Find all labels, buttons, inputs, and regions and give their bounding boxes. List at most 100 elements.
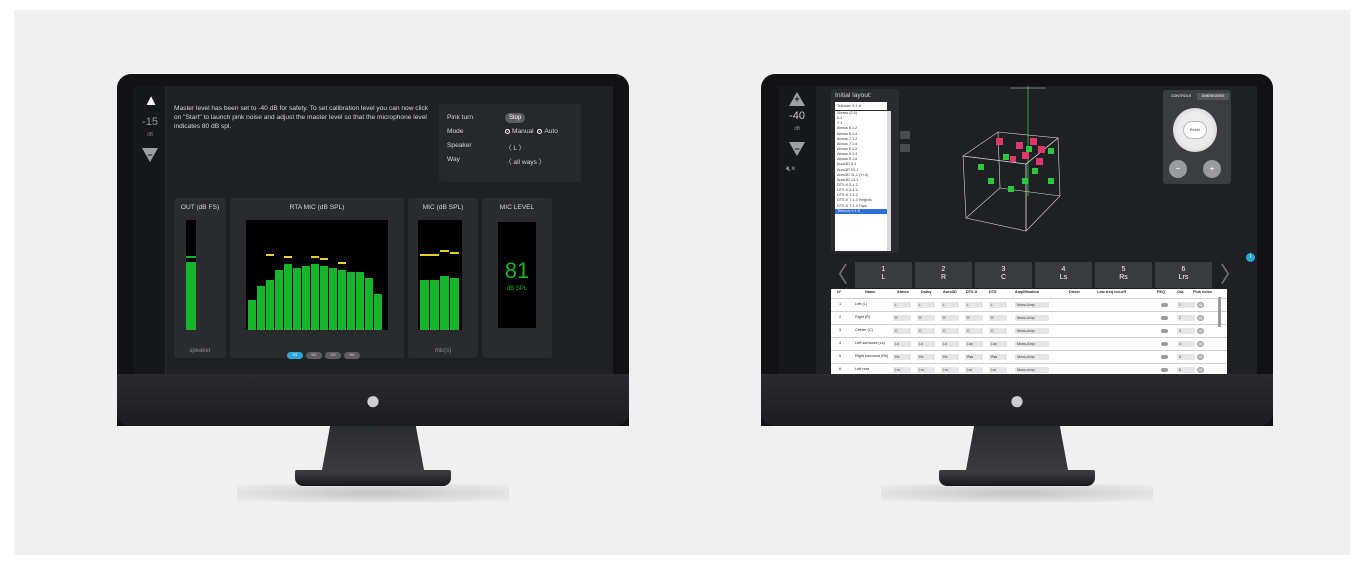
dolby-select[interactable]: L <box>917 302 935 308</box>
dolby-select[interactable]: Ls <box>917 341 935 347</box>
speaker-tile[interactable]: 1L <box>855 262 912 288</box>
dtsx-select[interactable]: C <box>965 328 983 334</box>
dtsx-select[interactable]: Rss <box>965 354 983 360</box>
speaker-code: Ls <box>1059 274 1068 281</box>
atmos-select[interactable]: C <box>893 328 911 334</box>
out-select[interactable]: 6 <box>1177 367 1195 373</box>
auro3d-select[interactable]: Ls <box>941 341 959 347</box>
mute-icon[interactable]: 🔇︎× <box>786 164 796 174</box>
auro3d-select[interactable]: Rs <box>941 354 959 360</box>
amplification-select[interactable]: Mono-Amp <box>1015 302 1049 308</box>
peq-toggle-icon[interactable] <box>1161 368 1168 372</box>
initial-layout-panel: Initial layout: Triinnov 9.1.6 Stereo (2… <box>831 89 899 253</box>
initial-layout-title: Initial layout: <box>835 92 872 99</box>
layout-select[interactable]: Triinnov 9.1.6 <box>835 102 887 110</box>
stop-button[interactable]: Stop <box>505 113 526 123</box>
dolby-select[interactable]: R <box>917 315 935 321</box>
peq-toggle-icon[interactable] <box>1161 303 1168 307</box>
atmos-select[interactable]: R <box>893 315 911 321</box>
out-select[interactable]: 2 <box>1177 315 1195 321</box>
speaker-selector[interactable]: 〈 L 〉 <box>505 142 525 152</box>
speaker-number: 5 <box>1121 266 1126 273</box>
dts-select[interactable]: Lss <box>989 341 1007 347</box>
dtsx-select[interactable]: L <box>965 302 983 308</box>
imac-shadow <box>237 484 509 502</box>
zoom-out-icon[interactable]: − <box>1169 160 1187 178</box>
dolby-select[interactable]: C <box>917 328 935 334</box>
dtsx-select[interactable]: R <box>965 315 983 321</box>
peq-toggle-icon[interactable] <box>1161 355 1168 359</box>
speaker-tile[interactable]: 3C <box>975 262 1032 288</box>
speaker-tile[interactable]: 6 Lrs <box>1155 262 1212 288</box>
chip-m3[interactable]: M3 <box>325 352 341 359</box>
rotation-joystick[interactable]: Reset <box>1173 108 1217 152</box>
peq-toggle-icon[interactable] <box>1161 329 1168 333</box>
dolby-select[interactable]: Rs <box>917 354 935 360</box>
rta-title: RTA MIC (dB SPL) <box>289 204 345 211</box>
amplification-select[interactable]: Mono-Amp <box>1015 328 1049 334</box>
layout-scrollbar[interactable] <box>887 111 891 251</box>
dts-select[interactable]: C <box>989 328 1007 334</box>
room-3d-view[interactable] <box>948 86 1098 256</box>
pink-turn-row: Pink turn Stop <box>447 113 577 124</box>
chip-m4[interactable]: M4 <box>344 352 360 359</box>
atmos-select[interactable]: L <box>893 302 911 308</box>
way-selector[interactable]: 〈 all ways 〉 <box>505 156 545 166</box>
atmos-select[interactable]: Lrs <box>893 367 911 373</box>
info-icon[interactable]: i <box>1246 253 1255 262</box>
volume-down-button[interactable]: − <box>142 148 158 162</box>
auto-radio[interactable] <box>537 129 543 134</box>
chip-m2[interactable]: M2 <box>306 352 322 359</box>
out-select[interactable]: 1 <box>1177 302 1195 308</box>
volume-up-button[interactable]: + <box>789 92 805 106</box>
out-select[interactable]: 3 <box>1177 328 1195 334</box>
pink-noise-button[interactable] <box>1197 315 1204 321</box>
volume-down-button[interactable]: − <box>789 142 805 156</box>
pink-noise-button[interactable] <box>1197 367 1204 373</box>
chip-m1[interactable]: M1 <box>287 352 303 359</box>
out-select[interactable]: 4 <box>1177 341 1195 347</box>
manual-radio[interactable] <box>505 129 510 134</box>
auro3d-select[interactable]: C <box>941 328 959 334</box>
peq-toggle-icon[interactable] <box>1161 316 1168 320</box>
tab-dimensions[interactable]: DIMENSIONS <box>1197 93 1229 100</box>
table-header-cell: Low-freq cut-off <box>1097 290 1126 294</box>
out-select[interactable]: 5 <box>1177 354 1195 360</box>
table-header-cell: Pink noise <box>1193 290 1212 294</box>
table-header: N° Name Atmos Dolby Auro3D DTS:X DTS Amplificat… <box>831 290 1227 297</box>
speaker-tile[interactable]: 2R <box>915 262 972 288</box>
amplification-select[interactable]: Mono-Amp <box>1015 341 1049 347</box>
amplification-select[interactable]: Mono-Amp <box>1015 354 1049 360</box>
table-header-cell: Amplification <box>1015 290 1040 294</box>
dtsx-select[interactable]: Lss <box>965 341 983 347</box>
dts-select[interactable]: R <box>989 315 1007 321</box>
pink-noise-button[interactable] <box>1197 341 1204 347</box>
pink-noise-button[interactable] <box>1197 302 1204 308</box>
dts-select[interactable]: Lsr <box>989 367 1007 373</box>
auro3d-select[interactable]: Lrs <box>941 367 959 373</box>
speaker-tile[interactable]: 4 Ls <box>1035 262 1092 288</box>
zoom-in-icon[interactable]: + <box>1203 160 1221 178</box>
reset-button[interactable]: Reset <box>1183 121 1207 139</box>
amplification-select[interactable]: Mono-Amp <box>1015 367 1049 373</box>
pink-noise-button[interactable] <box>1197 354 1204 360</box>
ghost-button-1[interactable] <box>900 131 910 139</box>
atmos-select[interactable]: Rs <box>893 354 911 360</box>
auro3d-select[interactable]: R <box>941 315 959 321</box>
dolby-select[interactable]: Lrs <box>917 367 935 373</box>
atmos-select[interactable]: Ls <box>893 341 911 347</box>
auro3d-select[interactable]: L <box>941 302 959 308</box>
peq-toggle-icon[interactable] <box>1161 342 1168 346</box>
next-speaker-arrow[interactable]: 〉 <box>1220 262 1242 288</box>
speaker-tile[interactable]: 5 Rs <box>1095 262 1152 288</box>
layout-option[interactable]: Triinnov 9.1.6 <box>835 208 891 214</box>
tab-controls[interactable]: CONTROLS <box>1166 93 1196 100</box>
speaker-number: 1 <box>881 266 886 273</box>
table-scrollbar[interactable] <box>1218 297 1221 327</box>
ghost-button-2[interactable] <box>900 144 910 152</box>
pink-noise-button[interactable] <box>1197 328 1204 334</box>
amplification-select[interactable]: Mono-Amp <box>1015 315 1049 321</box>
dtsx-select[interactable]: Lsr <box>965 367 983 373</box>
dts-select[interactable]: L <box>989 302 1007 308</box>
dts-select[interactable]: Rss <box>989 354 1007 360</box>
